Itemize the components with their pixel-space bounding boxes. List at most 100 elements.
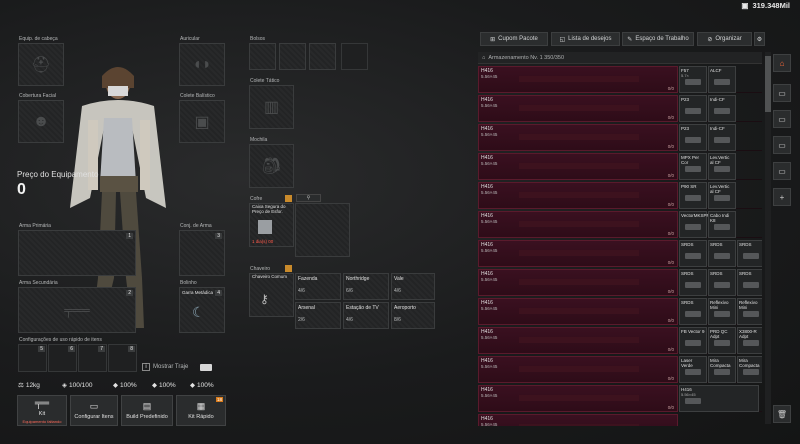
attachment-item[interactable]: MPX Per Cor	[679, 153, 707, 180]
attachment-item[interactable]: Lev.Vertic al CF	[708, 153, 736, 180]
wishlist-button[interactable]: ◱ Lista de desejos	[551, 32, 620, 46]
home-icon[interactable]: ⌂	[773, 54, 791, 72]
key-card-vale[interactable]: Vale 4/6	[391, 273, 435, 300]
attachment-item[interactable]: F57 5.7×	[679, 66, 707, 93]
attachment-item[interactable]: ALCF	[708, 66, 736, 93]
quick-slot-7[interactable]: 7	[78, 344, 107, 372]
weapon-item[interactable]: H4165.56×450/0	[478, 269, 678, 296]
pin-icon[interactable]: ⚲	[296, 194, 321, 202]
attachment-item[interactable]: Indi-CF	[708, 95, 736, 122]
attachment-item[interactable]: P90 SR	[679, 182, 707, 209]
storage-row[interactable]: H416 5.56×45 0/0 MPX Per Cor Lev.Vertic al C…	[478, 153, 762, 180]
plus-icon[interactable]: +	[773, 188, 791, 206]
storage-row[interactable]: H416 5.56×45 0/0 F57 5.7× ALCF	[478, 66, 762, 93]
show-outfit-toggle[interactable]	[200, 364, 212, 371]
attachment-item[interactable]: Reflexivo Mini	[737, 298, 762, 325]
attachment-item[interactable]: SRDS	[679, 298, 707, 325]
weapon-item[interactable]: H4165.56×450/0	[478, 124, 678, 151]
storage-row[interactable]: H416 5.56×45 0/0 P23 Indi-CF	[478, 124, 762, 151]
attachment-item[interactable]: SRDS	[708, 269, 736, 296]
attachment-item[interactable]: FB Vector 9	[679, 327, 707, 354]
attachment-item[interactable]: X3800-R Adpt	[737, 327, 762, 354]
coupon-pack-button[interactable]: ⊞ Cupom Pacote	[480, 32, 548, 46]
attachment-item[interactable]: SRDS	[679, 269, 707, 296]
armorvest-slot[interactable]: ▣	[179, 100, 225, 143]
secure-container-grid[interactable]	[295, 203, 350, 257]
outfit-info-icon[interactable]: i	[142, 363, 150, 371]
storage-grid[interactable]: H416 5.56×45 0/0 F57 5.7× ALCF H416 5.56×45 0/0 P…	[478, 66, 762, 426]
attachment-item[interactable]: SRDS	[708, 240, 736, 267]
attachment-item[interactable]: P23	[679, 124, 707, 151]
workspace-button[interactable]: ✎ Espaço de Trabalho	[622, 32, 694, 46]
storage-row[interactable]: H416 5.56×45 0/0 P90 SR Lev.Vertic al CF	[478, 182, 762, 209]
scabbard-slot[interactable]: 4 Garra Metádica ☾	[179, 287, 225, 333]
storage-row[interactable]: H416 5.56×45 0/0 FB Vector 9 PRD QC Adpt X380…	[478, 327, 762, 354]
scrollbar-thumb[interactable]	[765, 56, 771, 112]
attachment-item[interactable]: Reflexivo Mini	[708, 298, 736, 325]
rig-slot[interactable]: ▥	[249, 85, 294, 129]
primary-weapon-slot[interactable]: 1	[18, 230, 136, 276]
preset-build-button[interactable]: ▤ Build Predefinido	[121, 395, 173, 426]
box-icon-2[interactable]: ▭	[773, 110, 791, 128]
weapon-item[interactable]: H4165.56×450/0	[478, 211, 678, 238]
attachment-item[interactable]: Cabo Indi K8	[708, 211, 736, 238]
attachment-item[interactable]: Mira Compacta	[737, 356, 762, 383]
key-card-fazenda[interactable]: Fazenda 4/6	[295, 273, 341, 300]
weapon-item[interactable]: H4165.56×450/0	[478, 182, 678, 209]
attachment-item[interactable]: PRD QC Adpt	[708, 327, 736, 354]
key-card-northridge[interactable]: Northridge 6/6	[343, 273, 389, 300]
weapon-item[interactable]: H4165.56×450/0	[478, 95, 678, 122]
secondary-weapon-slot[interactable]: ╤══ 2	[18, 287, 136, 333]
pocket-slot-3[interactable]	[309, 43, 336, 70]
attachment-item[interactable]: SRDS	[737, 240, 762, 267]
quick-slot-8[interactable]: 8	[108, 344, 137, 372]
melee-slot[interactable]: 3	[179, 230, 225, 276]
weapon-item[interactable]: H4165.56×450/0	[478, 240, 678, 267]
pocket-slot-1[interactable]	[249, 43, 276, 70]
quick-kit-button[interactable]: 18 ▦ Kit Rápido	[176, 395, 226, 426]
trash-icon[interactable]: 🗑︎	[773, 405, 791, 423]
organize-button[interactable]: ⊘ Organizar	[697, 32, 752, 46]
storage-row[interactable]: H416 5.56×45 0/0 SRDS Reflexivo Mini Reflexiv…	[478, 298, 762, 325]
configure-items-button[interactable]: ▭ Configurar Itens	[70, 395, 118, 426]
attachment-item[interactable]: Laser Verde	[679, 356, 707, 383]
weapon-item[interactable]: H4165.56×450/0	[478, 414, 678, 426]
attachment-item[interactable]: Lev.Vertic al CF	[708, 182, 736, 209]
attachment-item[interactable]: Indi-CF	[708, 124, 736, 151]
key-card-aeroporto[interactable]: Aeroporto 8/6	[391, 302, 435, 329]
headgear-slot[interactable]: ⛑	[18, 43, 64, 86]
weapon-item[interactable]: H4165.56×450/0	[478, 327, 678, 354]
storage-row[interactable]: H416 5.56×45 0/0 P23 Indi-CF	[478, 95, 762, 122]
facecover-slot[interactable]: ☻	[18, 100, 64, 143]
box-icon-4[interactable]: ▭	[773, 162, 791, 180]
storage-row[interactable]: H416 5.56×45 0/0 SRDS SRDS SRDS	[478, 240, 762, 267]
quick-slot-5[interactable]: 5	[18, 344, 47, 372]
storage-row[interactable]: H4165.56×450/0	[478, 414, 762, 426]
storage-row[interactable]: H416 5.56×45 0/0 VectorMKSPR Cabo Indi K8	[478, 211, 762, 238]
weapon-item[interactable]: H4165.56×450/0	[478, 356, 678, 383]
secure-container-slot[interactable]: Caixa Segura do Preço de Esfor. 1 dia(s)…	[249, 203, 294, 247]
storage-row[interactable]: H416 5.56×45 0/0 H416 5.56×45	[478, 385, 762, 412]
attachment-item[interactable]: SRDS	[679, 240, 707, 267]
attachment-item[interactable]: SRDS	[737, 269, 762, 296]
attachment-item[interactable]: H416 5.56×45	[679, 385, 759, 412]
earpiece-slot[interactable]: ◖◗	[179, 43, 225, 86]
weapon-item[interactable]: H4165.56×450/0	[478, 153, 678, 180]
key-card-estacao-tv[interactable]: Estação de TV 4/6	[343, 302, 389, 329]
key-card-arsenal[interactable]: Arsenal 2/6	[295, 302, 341, 329]
quick-slot-6[interactable]: 6	[48, 344, 77, 372]
weapon-item[interactable]: H4165.56×450/0	[478, 66, 678, 93]
backpack-slot[interactable]: 🎒︎	[249, 144, 294, 188]
pocket-slot-2[interactable]	[279, 43, 306, 70]
kit-button[interactable]: ╤═ Kit Equipamento faltando	[17, 395, 67, 426]
box-icon[interactable]: ▭	[773, 84, 791, 102]
weapon-item[interactable]: H4165.56×450/0	[478, 385, 678, 412]
settings-button[interactable]: ⚙	[754, 32, 765, 46]
storage-row[interactable]: H416 5.56×45 0/0 Laser Verde Mira Compacta Mi…	[478, 356, 762, 383]
weapon-item[interactable]: H4165.56×450/0	[478, 298, 678, 325]
pocket-slot-4[interactable]	[341, 43, 368, 70]
storage-scrollbar[interactable]	[765, 52, 771, 424]
attachment-item[interactable]: P23	[679, 95, 707, 122]
storage-row[interactable]: H416 5.56×45 0/0 SRDS SRDS SRDS	[478, 269, 762, 296]
box-icon-3[interactable]: ▭	[773, 136, 791, 154]
